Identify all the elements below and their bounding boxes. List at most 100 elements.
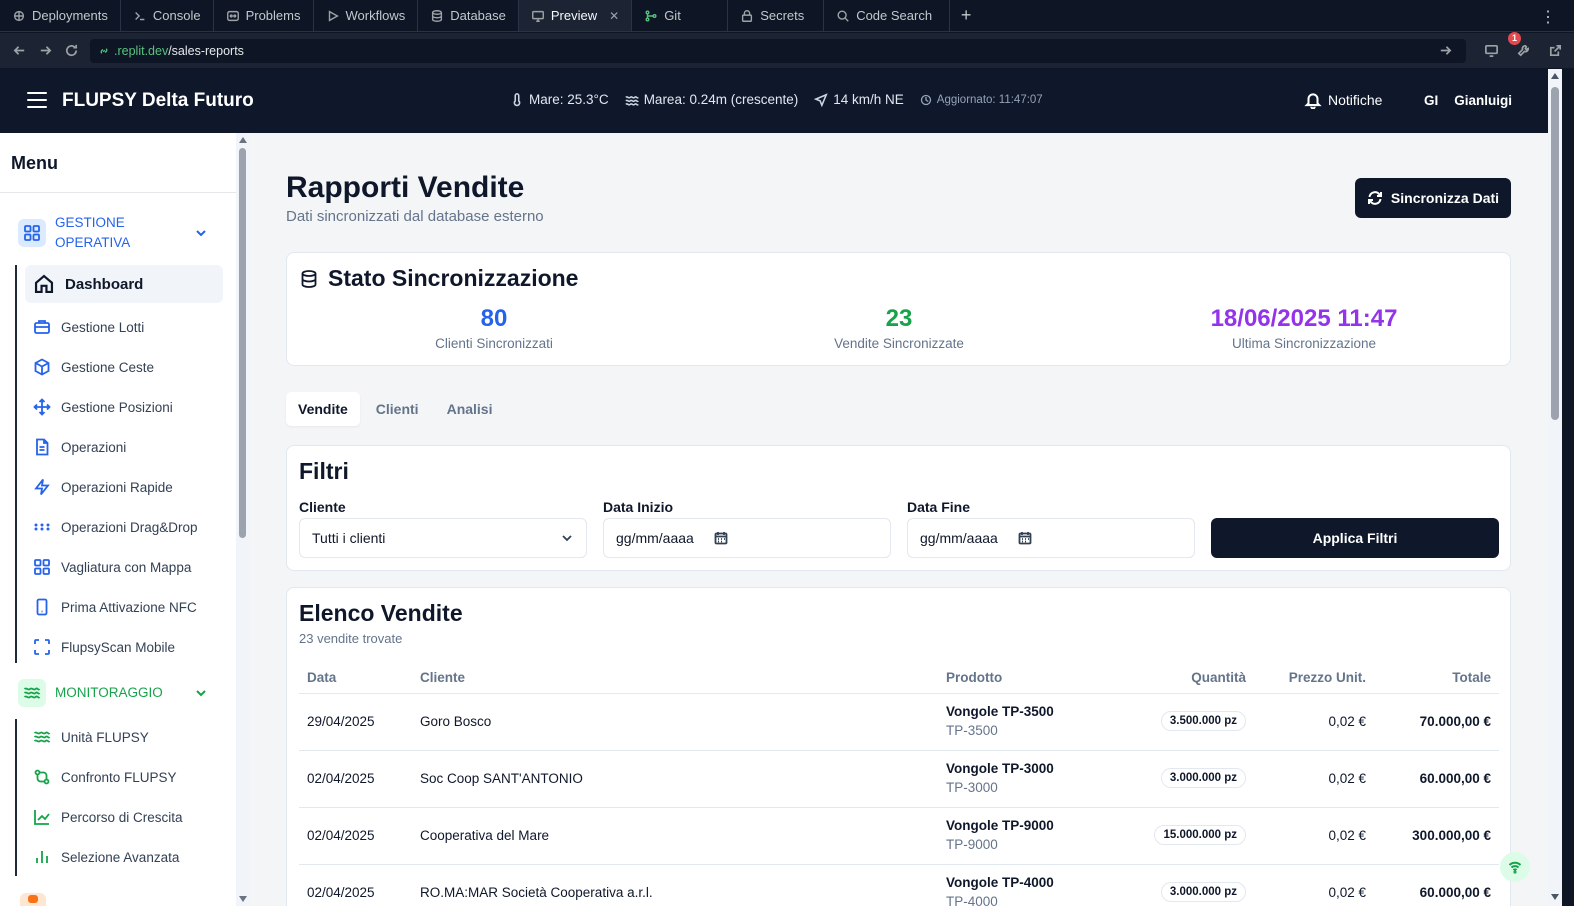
menu-toggle-button[interactable]: [27, 92, 47, 108]
column-header-quantita[interactable]: Quantità: [1191, 670, 1246, 685]
start-date-label: Data Inizio: [603, 499, 674, 515]
refresh-icon: [1367, 191, 1382, 205]
tab-git[interactable]: Git: [632, 0, 729, 31]
sidebar-scrollbar[interactable]: [236, 133, 250, 906]
connection-status-button[interactable]: [1500, 852, 1530, 882]
url-path: /sales-reports: [168, 43, 244, 58]
sidebar-item-gestione-posizioni[interactable]: Gestione Posizioni: [25, 388, 223, 426]
wrench-icon: [1517, 44, 1529, 57]
quantity-badge: 3.000.000 pz: [1160, 768, 1246, 788]
tab-clienti[interactable]: Clienti: [364, 392, 431, 426]
quantity-badge: 15.000.000 pz: [1154, 825, 1246, 845]
sidebar-item-gestione-lotti[interactable]: Gestione Lotti: [25, 308, 223, 346]
arrow-left-icon: [13, 46, 24, 55]
sidebar-item-dashboard[interactable]: Dashboard: [25, 265, 223, 303]
tab-secrets[interactable]: Secrets: [728, 0, 825, 31]
apply-filters-button[interactable]: Applica Filtri: [1211, 518, 1499, 558]
console-icon: [135, 11, 145, 20]
quantity-badge: 3.500.000 pz: [1160, 711, 1246, 731]
product-name: Vongole TP-3500: [946, 704, 1054, 719]
start-date-input[interactable]: gg/mm/aaaa: [603, 518, 891, 558]
cell-date: 02/04/2025: [307, 828, 375, 843]
tab-label: Secrets: [760, 8, 805, 23]
cell-client: RO.MA:MAR Società Cooperativa a.r.l.: [420, 885, 653, 900]
end-date-input[interactable]: gg/mm/aaaa: [907, 518, 1195, 558]
tab-problems[interactable]: Problems: [214, 0, 314, 31]
sidebar-item-prima-attivazione-nfc[interactable]: Prima Attivazione NFC: [25, 588, 223, 626]
home-icon: [34, 274, 54, 294]
sidebar-item-operazioni-rapide[interactable]: Operazioni Rapide: [25, 468, 223, 506]
tab-console[interactable]: Console: [121, 0, 214, 31]
column-header-prodotto[interactable]: Prodotto: [946, 670, 1002, 685]
go-button[interactable]: [1432, 38, 1458, 64]
reload-button[interactable]: [58, 38, 84, 64]
group-line: [15, 265, 17, 663]
cell-unit-price: 0,02 €: [1328, 771, 1366, 786]
open-new-tab-button[interactable]: [1542, 38, 1568, 64]
notifications-button[interactable]: Notifiche: [1304, 91, 1382, 109]
more-options-icon[interactable]: ⋮: [1540, 7, 1556, 27]
url-input[interactable]: .replit.dev/sales-reports: [90, 38, 1466, 64]
table-row[interactable]: 29/04/2025 Goro Bosco Vongole TP-3500 TP…: [299, 694, 1499, 751]
close-icon[interactable]: ✕: [609, 9, 619, 23]
cell-total: 70.000,00 €: [1419, 714, 1491, 729]
tab-analisi[interactable]: Analisi: [435, 392, 505, 426]
weather-bar: Mare: 25.3°C Marea: 0.24m (crescente) 14…: [510, 92, 1059, 107]
quantity-badge: 3.000.000 pz: [1160, 882, 1246, 902]
main-content: Rapporti Vendite Dati sincronizzati dal …: [250, 133, 1548, 906]
tab-preview[interactable]: Preview ✕: [518, 0, 633, 31]
table-header: Data Cliente Prodotto Quantità Prezzo Un…: [299, 662, 1499, 694]
cell-client: Goro Bosco: [420, 714, 492, 729]
back-button[interactable]: [6, 38, 32, 64]
sidebar-item-vagliatura-mappa[interactable]: Vagliatura con Mappa: [25, 548, 223, 586]
tab-workflows[interactable]: Workflows: [314, 0, 419, 31]
sidebar-item-selezione-avanzata[interactable]: Selezione Avanzata: [25, 838, 223, 876]
app-header: FLUPSY Delta Futuro Mare: 25.3°C Marea: …: [0, 69, 1548, 133]
sidebar-item-label: Operazioni Drag&Drop: [61, 519, 198, 535]
group-gestione-operativa[interactable]: GESTIONE OPERATIVA: [18, 213, 214, 253]
page-scrollbar[interactable]: [1548, 69, 1562, 906]
end-date-label: Data Fine: [907, 499, 971, 515]
sync-button-label: Sincronizza Dati: [1390, 190, 1500, 206]
file-text-icon: [36, 438, 49, 456]
cell-date: 29/04/2025: [307, 714, 375, 729]
tab-vendite[interactable]: Vendite: [286, 392, 360, 426]
thermometer-icon: [513, 92, 521, 106]
app-title: FLUPSY Delta Futuro: [62, 90, 254, 111]
devtools-button[interactable]: [1478, 38, 1504, 64]
forward-button[interactable]: [32, 38, 58, 64]
sidebar-item-gestione-ceste[interactable]: Gestione Ceste: [25, 348, 223, 386]
table-row[interactable]: 02/04/2025 Soc Coop SANT'ANTONIO Vongole…: [299, 751, 1499, 808]
waves-icon: [18, 679, 46, 707]
sidebar-item-percorso-crescita[interactable]: Percorso di Crescita: [25, 798, 223, 836]
tab-deployments[interactable]: Deployments: [0, 0, 121, 31]
column-header-totale[interactable]: Totale: [1452, 670, 1491, 685]
tab-database[interactable]: Database: [418, 0, 519, 31]
client-select[interactable]: Tutti i clienti: [299, 518, 587, 558]
stat-label: Clienti Sincronizzati: [435, 336, 553, 351]
column-header-prezzo[interactable]: Prezzo Unit.: [1289, 670, 1366, 685]
column-header-data[interactable]: Data: [307, 670, 336, 685]
group-monitoraggio[interactable]: MONITORAGGIO: [18, 679, 214, 707]
sidebar-item-operazioni[interactable]: Operazioni: [25, 428, 223, 466]
sidebar-item-operazioni-dragdrop[interactable]: Operazioni Drag&Drop: [25, 508, 223, 546]
sidebar-item-label: Selezione Avanzata: [61, 849, 180, 865]
calendar-icon[interactable]: [1018, 531, 1032, 545]
smartphone-icon: [36, 598, 48, 616]
page-title: Rapporti Vendite: [286, 171, 525, 204]
user-menu[interactable]: GI Gianluigi: [1424, 93, 1512, 108]
tab-code-search[interactable]: Code Search: [824, 0, 951, 31]
sidebar-item-flupsyscan-mobile[interactable]: FlupsyScan Mobile: [25, 628, 223, 666]
clock-icon: [920, 94, 931, 105]
column-header-cliente[interactable]: Cliente: [420, 670, 465, 685]
tide-text: Marea: 0.24m (crescente): [643, 92, 799, 107]
table-row[interactable]: 02/04/2025 RO.MA:MAR Società Cooperativa…: [299, 865, 1499, 906]
table-row[interactable]: 02/04/2025 Cooperativa del Mare Vongole …: [299, 808, 1499, 865]
sidebar-item-label: FlupsyScan Mobile: [61, 639, 176, 655]
sync-data-button[interactable]: Sincronizza Dati: [1355, 178, 1511, 218]
calendar-icon[interactable]: [714, 531, 728, 545]
sidebar-item-confronto-flupsy[interactable]: Confronto FLUPSY: [25, 758, 223, 796]
sidebar-item-unita-flupsy[interactable]: Unità FLUPSY: [25, 718, 223, 756]
cell-unit-price: 0,02 €: [1328, 714, 1366, 729]
add-tab-button[interactable]: +: [950, 0, 982, 31]
